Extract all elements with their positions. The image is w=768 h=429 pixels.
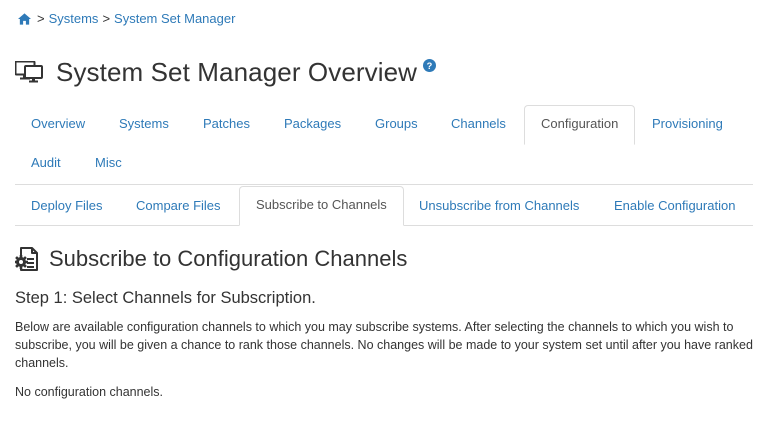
empty-message: No configuration channels. [15, 385, 164, 399]
tab-groups[interactable]: Groups [359, 105, 434, 143]
subtab-deploy-files[interactable]: Deploy Files [15, 187, 119, 225]
tab-channels[interactable]: Channels [435, 105, 522, 143]
description-text: Below are available configuration channe… [15, 320, 753, 370]
tab-patches[interactable]: Patches [187, 105, 266, 143]
svg-text:?: ? [427, 61, 433, 71]
subtab-compare-files[interactable]: Compare Files [120, 187, 237, 225]
step-title: Step 1: Select Channels for Subscription… [15, 289, 316, 307]
page-header: System Set Manager Overview ? [15, 52, 437, 92]
tab-configuration[interactable]: Configuration [524, 105, 636, 145]
monitor-icon [15, 61, 43, 83]
tab-misc[interactable]: Misc [79, 144, 138, 182]
question-circle-icon[interactable]: ? [423, 58, 437, 72]
page-title: System Set Manager Overview [56, 56, 418, 87]
tab-systems[interactable]: Systems [103, 105, 185, 143]
breadcrumb-separator: > [37, 11, 45, 26]
tab-packages[interactable]: Packages [268, 105, 357, 143]
sub-tabs: Deploy Files Compare Files Subscribe to … [15, 186, 753, 226]
breadcrumb-systems-link[interactable]: Systems [49, 11, 99, 27]
breadcrumb-ssm-link[interactable]: System Set Manager [114, 11, 235, 27]
subtab-unsubscribe-from-channels[interactable]: Unsubscribe from Channels [403, 187, 595, 225]
subtab-subscribe-to-channels[interactable]: Subscribe to Channels [239, 186, 404, 226]
breadcrumb-separator: > [102, 11, 111, 26]
main-tabs: Overview Systems Patches Packages Groups… [15, 105, 753, 185]
tab-overview[interactable]: Overview [15, 105, 101, 143]
subtab-enable-configuration[interactable]: Enable Configuration [598, 187, 751, 225]
config-file-gear-icon [15, 247, 38, 271]
section-header: Subscribe to Configuration Channels [15, 244, 407, 274]
section-title: Subscribe to Configuration Channels [49, 246, 408, 271]
tab-provisioning[interactable]: Provisioning [636, 105, 739, 143]
tab-audit[interactable]: Audit [15, 144, 77, 182]
breadcrumb: > Systems > System Set Manager [18, 11, 235, 27]
home-icon[interactable] [18, 13, 31, 25]
